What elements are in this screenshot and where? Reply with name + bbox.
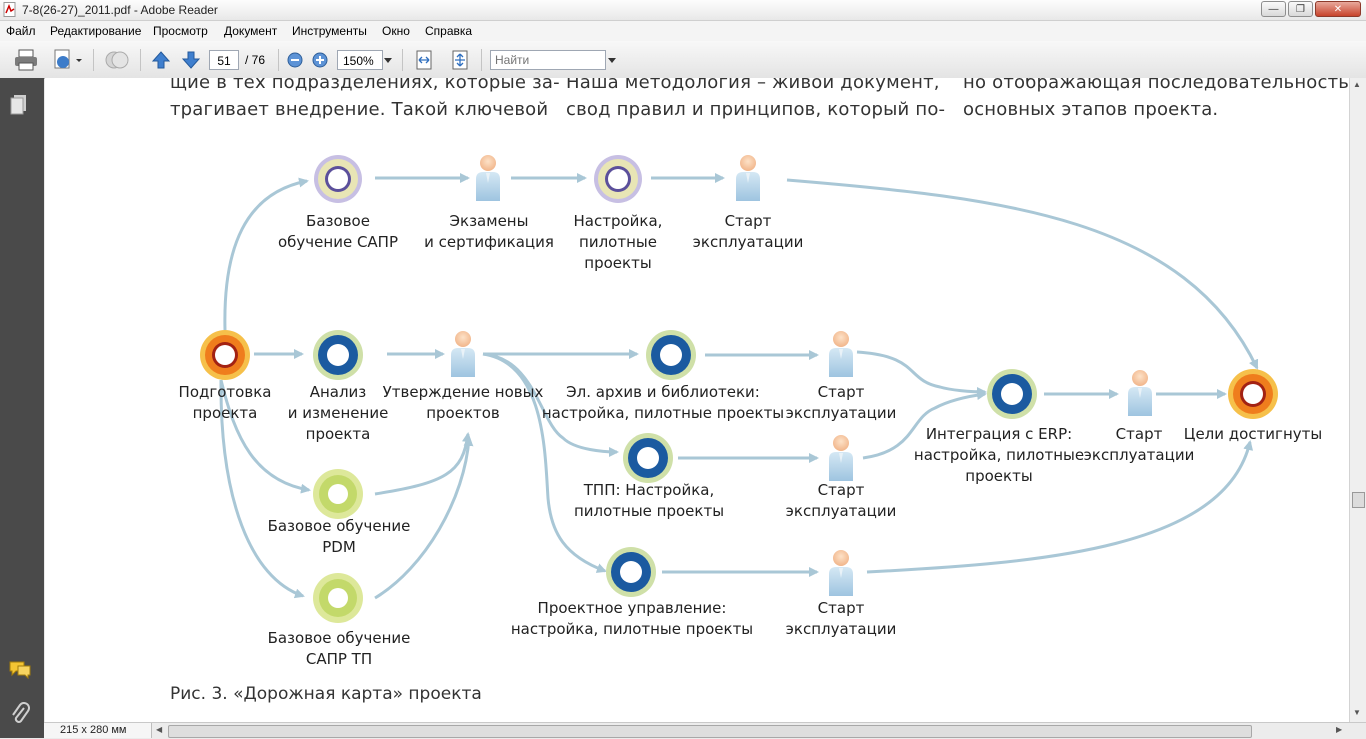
label-start-1: Старт эксплуатации	[692, 212, 804, 251]
label-ekzameny: Экзамены и сертификация	[424, 212, 554, 251]
label-erp: Интеграция с ERP: настройка, пилотные пр…	[913, 425, 1085, 485]
label-tpp: ТПП: Настройка, пилотные проекты	[573, 481, 725, 520]
toolbar-separator	[278, 49, 279, 71]
person-icon	[829, 550, 853, 596]
toolbar-separator	[481, 49, 482, 71]
navigation-panel	[0, 78, 44, 738]
label-el-arhiv: Эл. архив и библиотеки: настройка, пилот…	[541, 383, 785, 422]
person-icon	[736, 155, 760, 201]
next-page-icon[interactable]	[181, 50, 201, 70]
person-icon	[829, 435, 853, 481]
person-icon	[476, 155, 500, 201]
label-sapr-tp: Базовое обучение САПР ТП	[267, 629, 411, 668]
document-page: щие в тех подразделениях, которые за- тр…	[45, 78, 1349, 722]
person-icon	[1128, 370, 1152, 416]
node-blue-pm	[606, 547, 656, 597]
label-utverzhdenie: Утверждение новых проектов	[382, 383, 544, 422]
node-violet-nastroika	[594, 155, 642, 203]
menu-view[interactable]: Просмотр	[153, 24, 208, 38]
zoom-in-icon[interactable]	[312, 52, 328, 68]
collaborate-icon[interactable]	[104, 49, 130, 71]
arrow	[374, 432, 472, 496]
node-orange-celi	[1228, 369, 1278, 419]
menu-tools[interactable]: Инструменты	[292, 24, 367, 38]
label-podgotovka: Подготовка проекта	[178, 383, 272, 422]
scroll-left-arrow-icon[interactable]: ◀	[156, 725, 162, 734]
arrow	[786, 178, 1259, 370]
person-icon	[829, 331, 853, 377]
node-orange-podgotovka	[200, 330, 250, 380]
comments-icon[interactable]	[8, 660, 32, 680]
node-blue-tpp	[623, 433, 673, 483]
figure-caption: Рис. 3. «Дорожная карта» проекта	[170, 684, 482, 704]
menu-bar: Файл Редактирование Просмотр Документ Ин…	[0, 21, 1366, 41]
scroll-mode-icon[interactable]	[414, 49, 434, 71]
attachment-icon[interactable]	[10, 702, 30, 726]
menu-file[interactable]: Файл	[6, 24, 36, 38]
scroll-right-arrow-icon[interactable]: ▶	[1336, 725, 1342, 734]
node-blue-erp	[987, 369, 1037, 419]
menu-help[interactable]: Справка	[425, 24, 472, 38]
title-bar: 7-8(26-27)_2011.pdf - Adobe Reader — ❐ ✕	[0, 0, 1366, 21]
toolbar-separator	[93, 49, 94, 71]
label-celi: Цели достигнуты	[1183, 425, 1323, 443]
label-start-erp: Старт эксплуатации	[1083, 425, 1195, 464]
menu-window[interactable]: Окно	[382, 24, 410, 38]
window-title: 7-8(26-27)_2011.pdf - Adobe Reader	[22, 3, 218, 17]
label-start-4: Старт эксплуатации	[785, 599, 897, 638]
horizontal-scrollbar-thumb[interactable]	[168, 725, 1252, 738]
page-number-input[interactable]: 51	[209, 50, 239, 70]
label-nastroika: Настройка, пилотные проекты	[573, 212, 663, 272]
chevron-down-icon[interactable]	[384, 58, 392, 64]
node-blue-el-arhiv	[646, 330, 696, 380]
print-icon[interactable]	[14, 49, 38, 71]
pages-icon[interactable]	[10, 94, 28, 116]
scroll-up-arrow-icon[interactable]: ▲	[1353, 80, 1361, 89]
label-pdm: Базовое обучение PDM	[267, 517, 411, 556]
node-violet-bazovoe	[314, 155, 362, 203]
label-analiz: Анализ и изменение проекта	[287, 383, 389, 443]
maximize-button[interactable]: ❐	[1288, 1, 1313, 17]
search-input[interactable]	[490, 50, 606, 70]
page-size: 215 x 280 мм	[60, 724, 127, 736]
label-pm: Проектное управление: настройка, пилотны…	[510, 599, 754, 638]
label-start-3: Старт эксплуатации	[785, 481, 897, 520]
page-total: / 76	[245, 53, 266, 67]
toolbar-separator	[402, 49, 403, 71]
toolbar: 51 / 76 150%	[0, 41, 1366, 79]
vertical-scrollbar[interactable]: ▲ ▼	[1349, 78, 1366, 722]
scroll-down-arrow-icon[interactable]: ▼	[1353, 708, 1361, 717]
person-icon	[451, 331, 475, 377]
zoom-out-icon[interactable]	[287, 52, 303, 68]
node-lime-pdm	[313, 469, 363, 519]
toolbar-separator	[140, 49, 141, 71]
menu-document[interactable]: Документ	[224, 24, 277, 38]
previous-page-icon[interactable]	[151, 50, 171, 70]
arrow	[223, 177, 309, 331]
close-button[interactable]: ✕	[1315, 1, 1361, 17]
node-blue-analiz	[313, 330, 363, 380]
chevron-down-icon[interactable]	[608, 58, 616, 64]
pdf-file-icon	[3, 2, 16, 17]
minimize-button[interactable]: —	[1261, 1, 1286, 17]
scrollbar-thumb[interactable]	[1352, 492, 1365, 508]
label-start-2: Старт эксплуатации	[785, 383, 897, 422]
zoom-level-select[interactable]: 150%	[337, 50, 383, 70]
label-bazovoe-sapr: Базовое обучение САПР	[277, 212, 399, 251]
node-lime-sapr-tp	[313, 573, 363, 623]
status-bar: 215 x 280 мм ◀ ▶	[44, 722, 1366, 739]
share-icon[interactable]	[50, 48, 84, 72]
menu-edit[interactable]: Редактирование	[50, 24, 141, 38]
fit-page-icon[interactable]	[450, 49, 470, 71]
